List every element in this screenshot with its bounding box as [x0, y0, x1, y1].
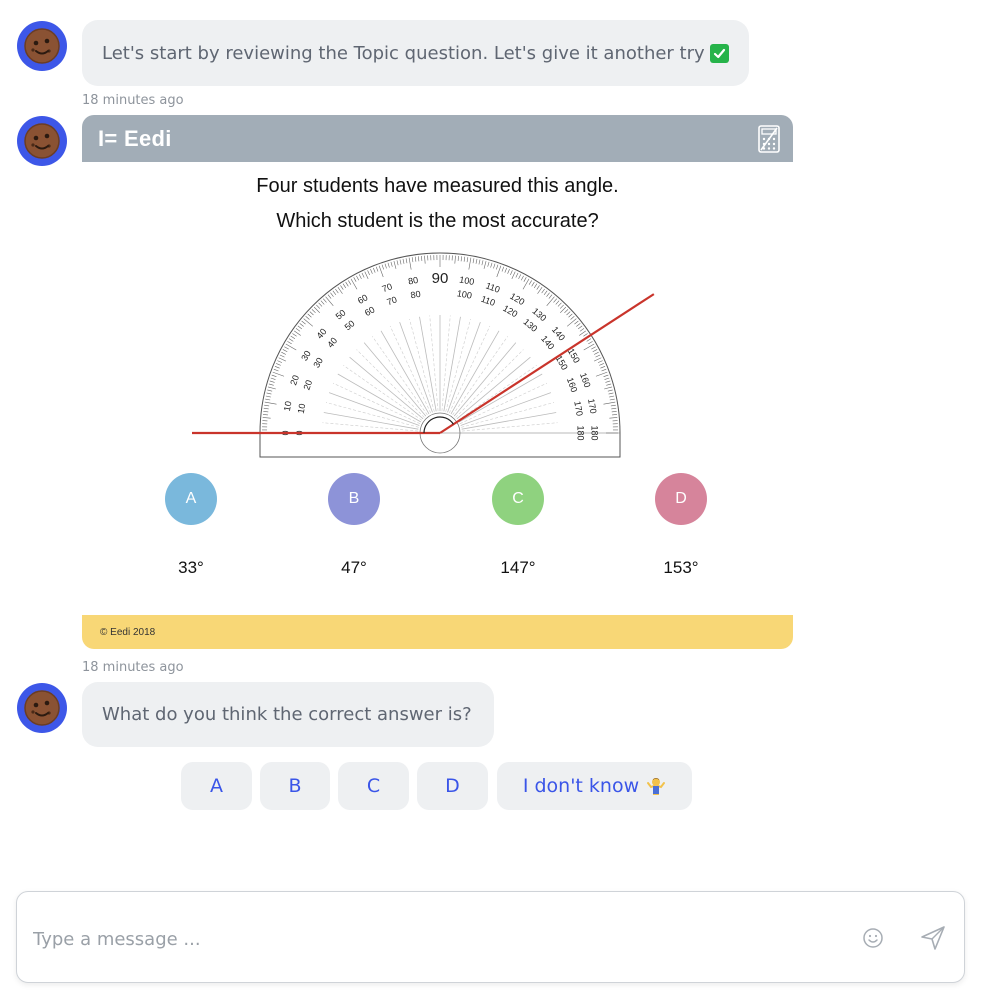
cookie-icon	[24, 123, 60, 159]
message-timestamp: 18 minutes ago	[82, 93, 184, 108]
protractor-outer-label: 80	[407, 275, 419, 287]
message-bubble: Let's start by reviewing the Topic quest…	[82, 20, 749, 86]
question-card-header: I= Eedi	[82, 115, 793, 162]
message-text: Let's start by reviewing the Topic quest…	[102, 42, 705, 64]
eedi-logo: I= Eedi	[98, 125, 172, 151]
quick-reply-label: D	[445, 775, 460, 797]
option-d-circle: D	[655, 473, 707, 525]
calculator-icon	[757, 125, 781, 157]
check-mark-icon	[709, 43, 729, 63]
quick-reply-label: A	[210, 775, 223, 797]
protractor-outer-label: 10	[282, 400, 294, 412]
option-a-circle: A	[165, 473, 217, 525]
emoji-icon[interactable]	[862, 927, 884, 953]
protractor-diagram: 0102030405060708090100110120130140150160…	[192, 252, 655, 458]
copyright-text: © Eedi 2018	[100, 626, 156, 638]
option-c-value: 147°	[500, 558, 536, 577]
question-text-line-2: Which student is the most accurate?	[276, 210, 599, 232]
quick-reply-d-button[interactable]: D	[417, 762, 488, 810]
cookie-icon	[24, 690, 60, 726]
bot-avatar	[17, 683, 67, 733]
message-composer	[16, 891, 965, 983]
option-d-value: 153°	[663, 558, 699, 577]
question-card: I= Eedi Four students have measured this…	[82, 115, 793, 649]
quick-reply-label: I don't know	[522, 775, 640, 797]
quick-reply-c-button[interactable]: C	[338, 762, 409, 810]
message-bubble: What do you think the correct answer is?	[82, 682, 494, 747]
option-c-circle: C	[492, 473, 544, 525]
option-b-value: 47°	[341, 558, 367, 577]
protractor-outer-label: 90	[432, 270, 449, 287]
option-b-circle: B	[328, 473, 380, 525]
protractor-inner-label: 80	[410, 289, 422, 301]
protractor-inner-label: 180	[576, 425, 586, 440]
question-text-line-1: Four students have measured this angle.	[256, 175, 619, 197]
cookie-icon	[24, 28, 60, 64]
bot-avatar	[17, 116, 67, 166]
protractor-inner-label: 10	[296, 403, 308, 415]
shrug-icon	[646, 776, 666, 796]
send-icon[interactable]	[920, 925, 946, 955]
bot-avatar	[17, 21, 67, 71]
quick-reply-dont-know-button[interactable]: I don't know	[497, 762, 692, 810]
quick-reply-a-button[interactable]: A	[181, 762, 252, 810]
quick-reply-label: B	[288, 775, 302, 797]
message-text: What do you think the correct answer is?	[102, 704, 472, 725]
quick-reply-b-button[interactable]: B	[260, 762, 330, 810]
protractor-outer-label: 180	[590, 425, 600, 440]
question-timestamp: 18 minutes ago	[82, 660, 184, 675]
quick-reply-label: C	[366, 775, 381, 797]
option-a-value: 33°	[178, 558, 204, 577]
message-input[interactable]	[31, 920, 835, 958]
question-card-footer: © Eedi 2018	[82, 615, 793, 649]
